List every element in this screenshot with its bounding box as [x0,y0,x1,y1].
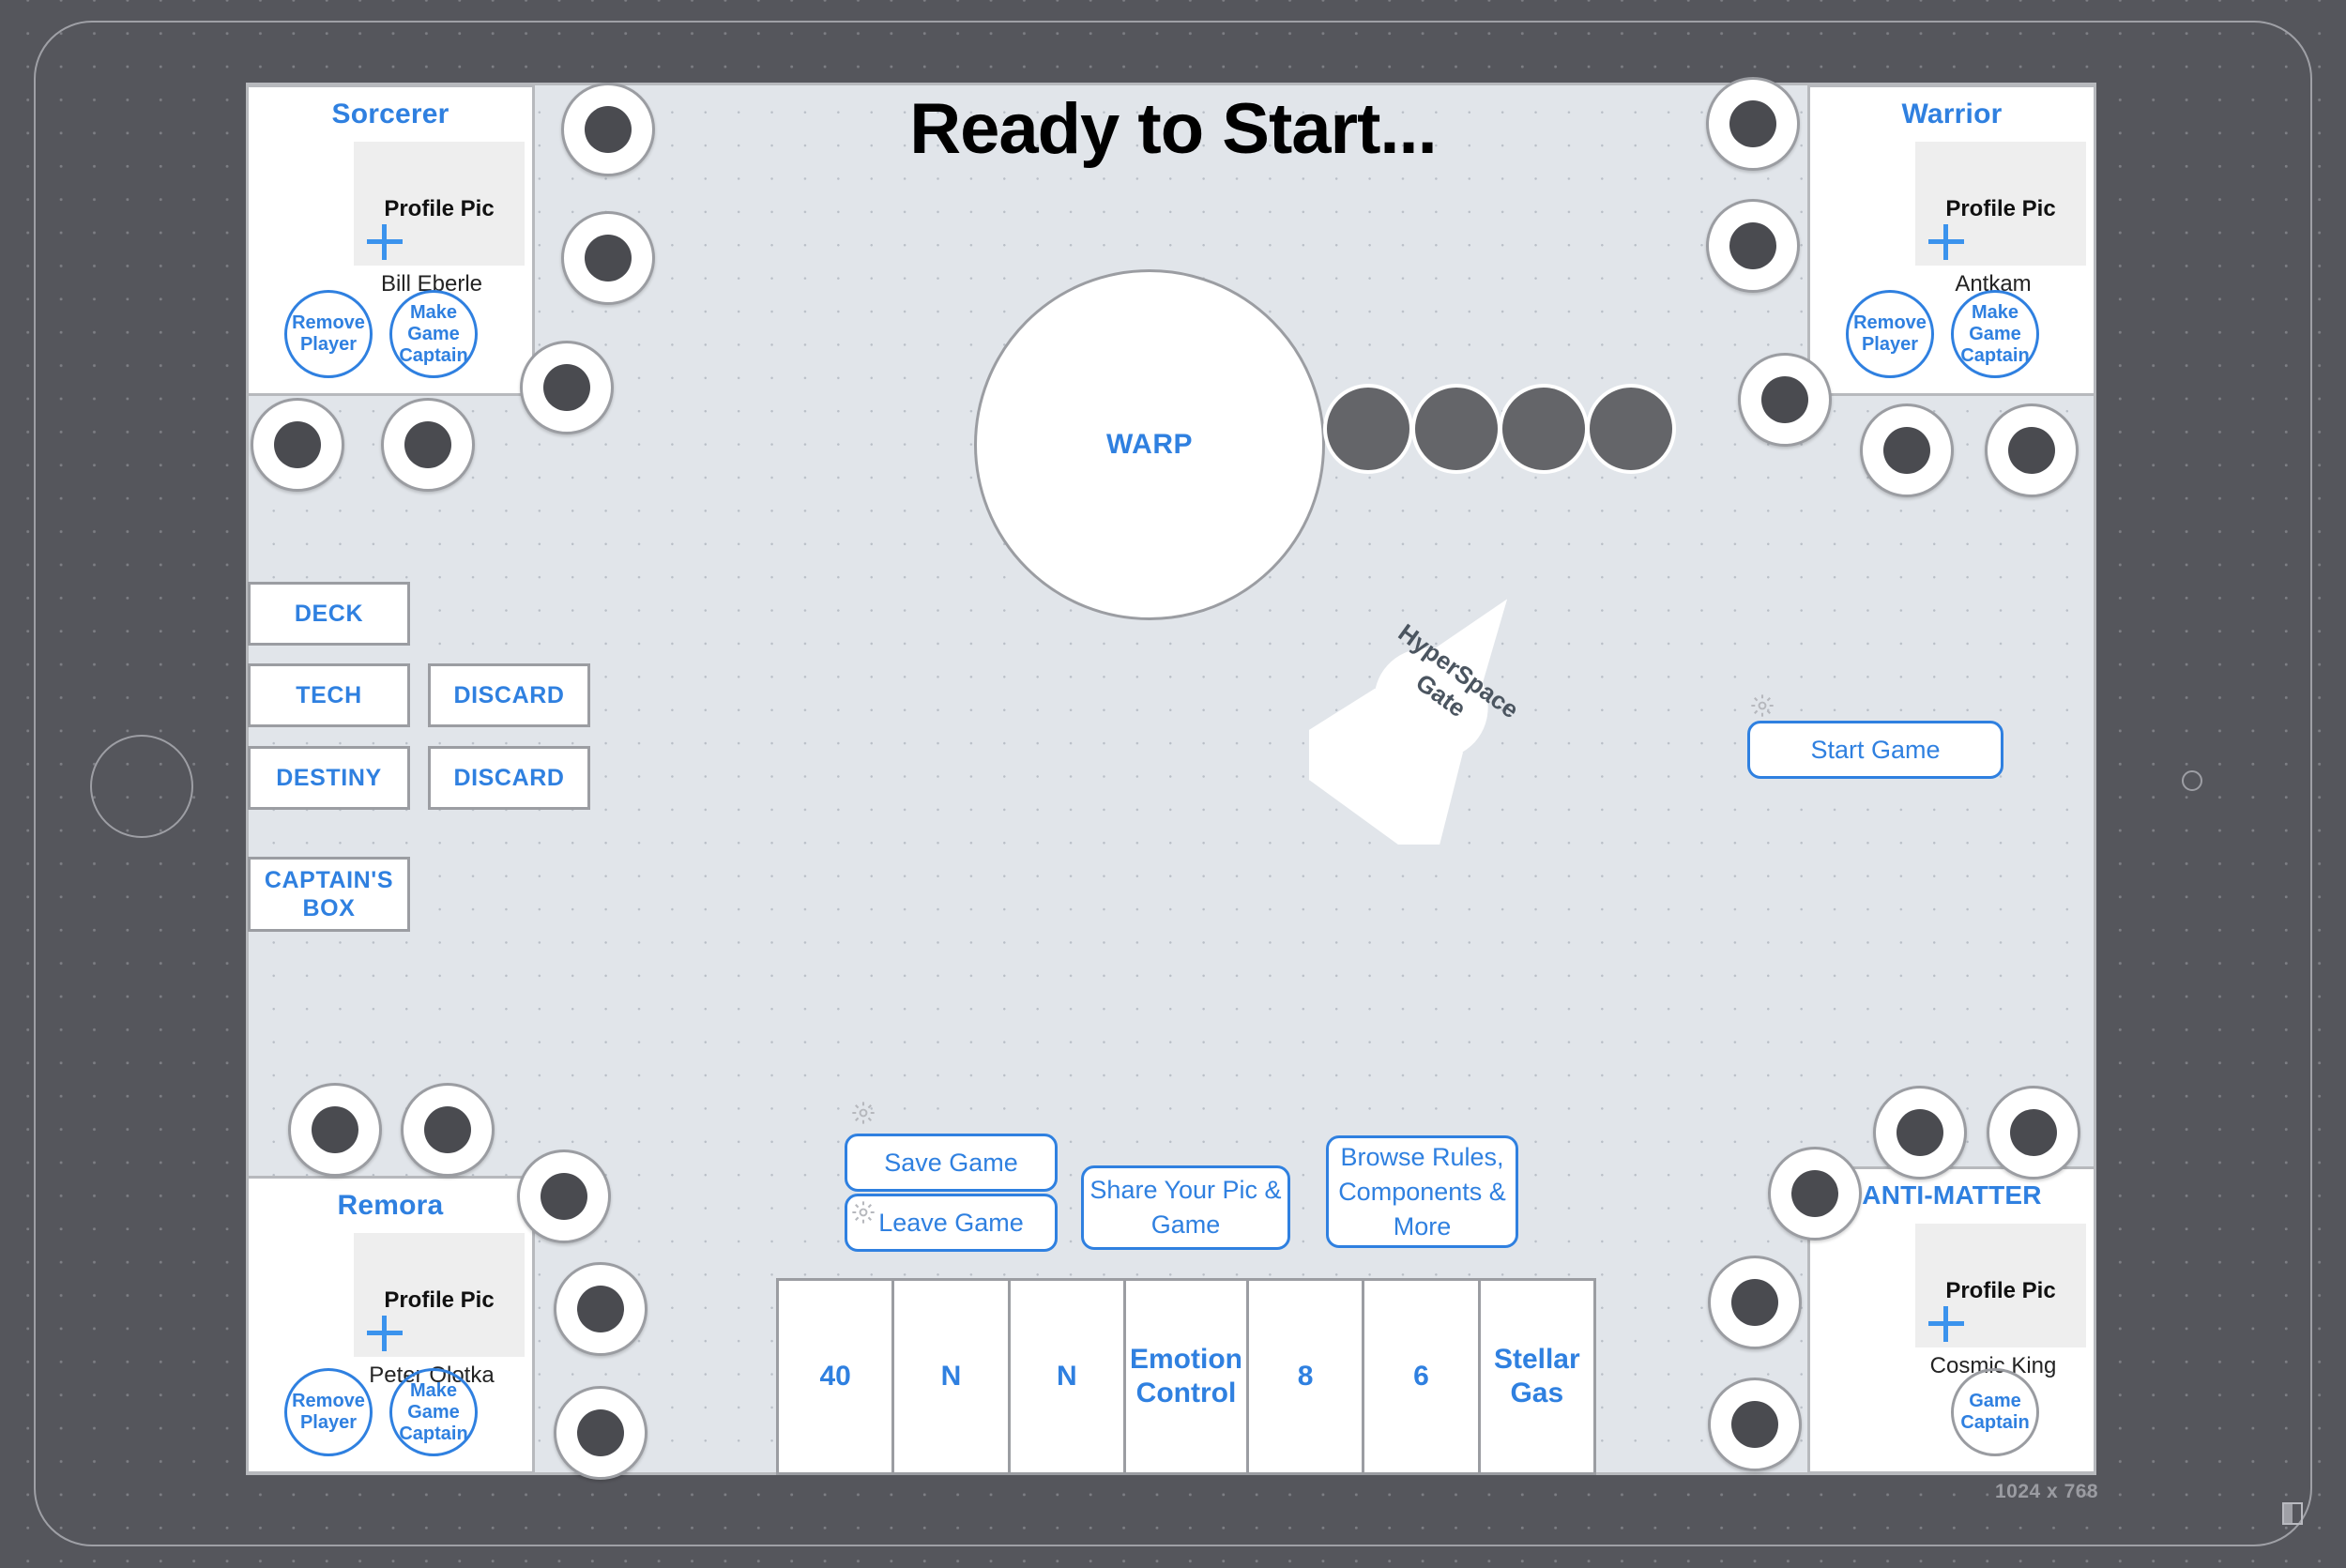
plus-icon[interactable] [1928,224,1964,260]
planet-token[interactable] [517,1149,611,1243]
make-game-captain-button[interactable]: Make Game Captain [389,290,478,378]
hand-card[interactable]: 40 [779,1281,895,1472]
gear-icon [852,1201,875,1224]
planet-token[interactable] [1985,403,2079,497]
deck-box-tech[interactable]: TECH [248,663,410,727]
plus-icon[interactable] [1928,1306,1964,1342]
gear-icon [1751,694,1774,717]
planet-token[interactable] [554,1262,647,1356]
deck-box-captains-box[interactable]: CAPTAIN'S BOX [248,857,410,932]
profile-pic-label: Profile Pic [384,196,495,221]
profile-pic-slot[interactable]: Profile Pic [354,1233,525,1357]
player-card-buttons: Game Captain [1846,1366,2094,1464]
leave-game-button[interactable]: Leave Game [845,1194,1058,1252]
player-card-remora[interactable]: Remora Profile Pic Peter Olotka Remove P… [246,1176,535,1474]
profile-pic-slot[interactable]: Profile Pic [1915,142,2086,266]
planet-token[interactable] [288,1083,382,1177]
deck-box-deck[interactable]: DECK [248,582,410,646]
hand-card[interactable]: N [894,1281,1011,1472]
profile-pic-slot[interactable]: Profile Pic [1915,1224,2086,1347]
player-card-warrior[interactable]: Warrior Profile Pic Antkam Remove Player… [1807,84,2096,396]
profile-pic-label: Profile Pic [1945,1278,2056,1303]
profile-pic-slot[interactable]: Profile Pic [354,142,525,266]
hyperspace-gate[interactable]: HyperSpace Gate [1309,563,1553,845]
player-alien-name: Remora [337,1190,444,1221]
hand-card-strip: 40 N N Emotion Control 8 6 Stellar Gas [776,1278,1596,1475]
make-game-captain-button[interactable]: Make Game Captain [389,1368,478,1456]
planet-token[interactable] [1768,1147,1862,1241]
remove-player-button[interactable]: Remove Player [284,290,373,378]
camera-dot-icon [2182,770,2202,791]
screen-size-label: 1024 x 768 [1995,1481,2099,1502]
share-pic-and-game-button[interactable]: Share Your Pic & Game [1081,1165,1290,1250]
plus-icon[interactable] [367,224,403,260]
hand-card[interactable]: 6 [1364,1281,1481,1472]
planet-token[interactable] [520,341,614,434]
home-button[interactable] [90,735,193,838]
deck-box-discard-tech[interactable]: DISCARD [428,663,590,727]
planet-token[interactable] [1873,1086,1967,1180]
hand-card[interactable]: Stellar Gas [1481,1281,1593,1472]
warp-zone[interactable]: WARP [974,269,1325,620]
browse-rules-button[interactable]: Browse Rules, Components & More [1326,1135,1518,1248]
planet-token[interactable] [1738,353,1832,447]
planet-token[interactable] [1706,199,1800,293]
remove-player-button[interactable]: Remove Player [284,1368,373,1456]
game-captain-badge[interactable]: Game Captain [1951,1368,2039,1456]
player-card-buttons: Remove Player Make Game Captain [1846,288,2094,386]
player-card-buttons: Remove Player Make Game Captain [284,288,532,386]
player-card-buttons: Remove Player Make Game Captain [284,1366,532,1464]
warp-ship-token[interactable] [1499,384,1589,474]
remove-player-button[interactable]: Remove Player [1846,290,1934,378]
deck-box-discard-destiny[interactable]: DISCARD [428,746,590,810]
warp-ship-token[interactable] [1323,384,1413,474]
planet-token[interactable] [401,1083,495,1177]
planet-token[interactable] [561,83,655,176]
player-alien-name: Warrior [1901,99,2003,129]
planet-token[interactable] [381,398,475,492]
save-game-button[interactable]: Save Game [845,1134,1058,1192]
profile-pic-label: Profile Pic [1945,196,2056,221]
profile-pic-label: Profile Pic [384,1287,495,1313]
player-card-sorcerer[interactable]: Sorcerer Profile Pic Bill Eberle Remove … [246,84,535,396]
planet-token[interactable] [561,211,655,305]
hand-card[interactable]: Emotion Control [1126,1281,1249,1472]
warp-ship-token[interactable] [1586,384,1676,474]
page-title: Ready to Start... [909,89,1438,169]
deck-box-destiny[interactable]: DESTINY [248,746,410,810]
make-game-captain-button[interactable]: Make Game Captain [1951,290,2039,378]
gear-icon [852,1102,875,1124]
start-game-button[interactable]: Start Game [1747,721,2003,779]
planet-token[interactable] [1706,77,1800,171]
resize-handle-icon[interactable] [2282,1502,2303,1525]
hand-card[interactable]: N [1011,1281,1126,1472]
warp-label: WARP [1106,429,1193,460]
hand-card[interactable]: 8 [1249,1281,1365,1472]
planet-token[interactable] [1987,1086,2080,1180]
plus-icon[interactable] [367,1316,403,1351]
planet-token[interactable] [554,1386,647,1480]
planet-token[interactable] [1860,403,1954,497]
player-alien-name: Sorcerer [331,99,449,129]
planet-token[interactable] [251,398,344,492]
planet-token[interactable] [1708,1256,1802,1349]
planet-token[interactable] [1708,1378,1802,1471]
warp-ship-token[interactable] [1411,384,1501,474]
